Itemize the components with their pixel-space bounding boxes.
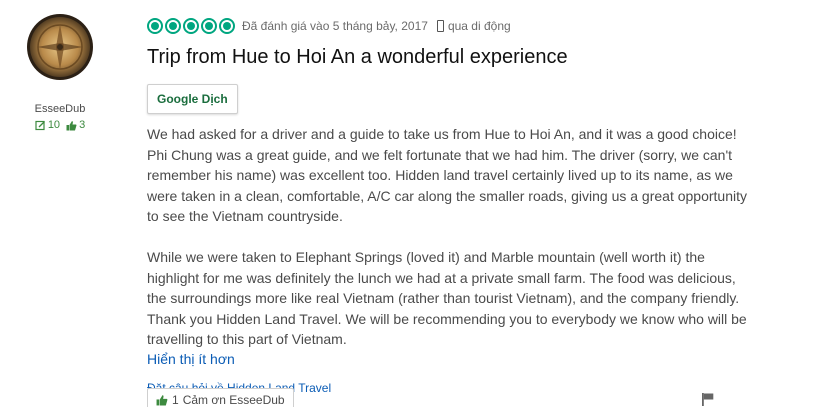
review-count-value: 10 [47, 119, 61, 131]
avatar[interactable] [27, 14, 93, 80]
device-indicator: qua di động [436, 19, 511, 33]
rating-bubble-icon [201, 18, 217, 34]
review-date: Đã đánh giá vào 5 tháng bảy, 2017 [242, 19, 428, 33]
show-less-link[interactable]: Hiển thị ít hơn [147, 351, 747, 367]
mobile-phone-icon [436, 20, 444, 32]
review-count-icon [35, 120, 45, 130]
rating-bubble-icon [147, 18, 163, 34]
thumbs-up-icon [156, 394, 168, 405]
review-container: Đã đánh giá vào 5 tháng bảy, 2017 qua di… [147, 16, 747, 395]
helpful-votes-icon [66, 120, 77, 130]
helpful-votes-value: 3 [79, 119, 86, 131]
rating-bubble-icon [219, 18, 235, 34]
thank-reviewer-button[interactable]: 1 Cảm ơn EsseeDub [147, 388, 294, 407]
reviewer-info: EsseeDub 10 3 [26, 14, 94, 131]
user-stats: 10 3 [26, 119, 94, 131]
review-count: 10 [35, 119, 60, 131]
rating-bubble-icon [183, 18, 199, 34]
thanks-label: Cảm ơn EsseeDub [182, 392, 285, 407]
rating-bubble-icon [165, 18, 181, 34]
thanks-count: 1 [172, 392, 179, 407]
review-paragraph: We had asked for a driver and a guide to… [147, 126, 747, 224]
bubble-rating [147, 18, 235, 34]
flag-icon[interactable] [701, 392, 715, 406]
review-title[interactable]: Trip from Hue to Hoi An a wonderful expe… [147, 45, 747, 69]
review-meta: Đã đánh giá vào 5 tháng bảy, 2017 qua di… [147, 16, 747, 36]
review-body: We had asked for a driver and a guide to… [147, 124, 747, 350]
google-translate-button[interactable]: Google Dịch [147, 84, 238, 114]
username[interactable]: EsseeDub [26, 103, 94, 115]
review-paragraph: While we were taken to Elephant Springs … [147, 249, 747, 347]
helpful-votes: 3 [66, 119, 85, 131]
device-label: qua di động [447, 19, 511, 33]
